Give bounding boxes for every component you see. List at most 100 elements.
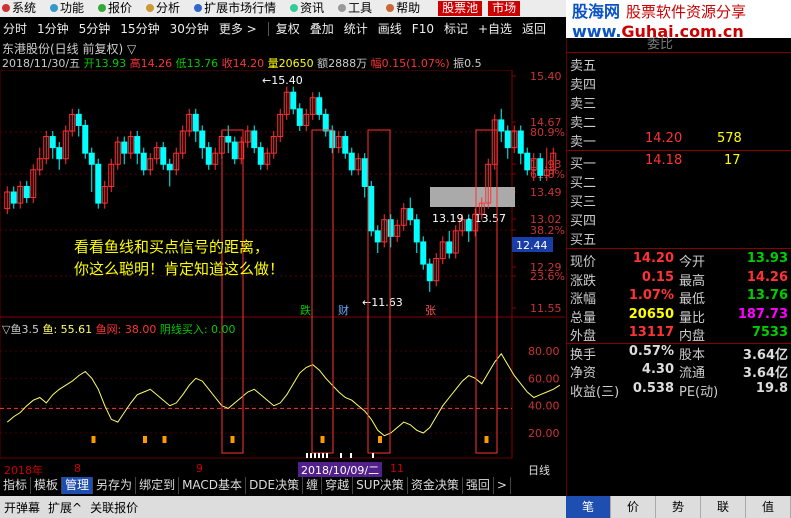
menu-item-0[interactable]: 系统 <box>0 0 36 17</box>
menu-item-7[interactable]: 帮助 <box>384 0 420 17</box>
buy-marker <box>230 436 235 443</box>
quote-stat-row: 总量 20650 量比 187.73 <box>567 306 791 326</box>
stat-value: 13117 <box>628 325 674 340</box>
tool-button-7[interactable]: 返回 <box>519 20 549 37</box>
indicator-name[interactable]: ▽鱼3.5 <box>2 323 39 336</box>
right-tab-2[interactable]: 势 <box>656 496 701 518</box>
period-button-0[interactable]: 分时 <box>0 20 30 37</box>
status-item-1[interactable]: 扩展^ <box>44 499 86 516</box>
menu-item-4[interactable]: 扩展市场行情 <box>192 0 276 17</box>
candle-body <box>10 191 17 204</box>
period-button-1[interactable]: 1分钟 <box>34 20 72 37</box>
tool-button-1[interactable]: 叠加 <box>307 20 337 37</box>
tool-button-5[interactable]: 标记 <box>441 20 471 37</box>
status-item-2[interactable]: 关联报价 <box>86 499 142 516</box>
buy-row-4: 买四 <box>567 209 791 229</box>
low-label: 低 <box>175 57 187 70</box>
stat-value: 3.64亿 <box>742 347 788 363</box>
fish-line <box>6 352 561 437</box>
stat-label: PE(动) <box>679 384 719 400</box>
quote-panel: 委比 卖五 卖四 卖三 卖二 卖一 14.20 578 买一 14.18 17 买二 买三 买四 买五 现价 1… <box>566 37 791 500</box>
tick-mark <box>318 453 320 458</box>
indicator-tab-3[interactable]: 另存为 <box>93 477 137 494</box>
sell-row-5: 卖五 <box>567 54 791 74</box>
indicator-tab-4[interactable]: 绑定到 <box>136 477 180 494</box>
menu-item-6[interactable]: 工具 <box>336 0 372 17</box>
quote-stat-row: 换手 0.57% 股本 3.64亿 <box>567 343 791 363</box>
buy-label: 买四 <box>570 214 597 229</box>
indicator-tabs: 指标 模板 管理 另存为 绑定到 MACD基本 DDE决策缠穿越 SUP决策 资金决策 强回 > <box>0 477 566 494</box>
menu-item-5[interactable]: 资讯 <box>288 0 324 17</box>
indicator-tab-12[interactable]: > <box>494 477 511 494</box>
x-month-8: 8 <box>74 462 81 475</box>
menu-item-label: 扩展市场行情 <box>204 1 277 15</box>
status-item-0[interactable]: 开弹幕 <box>0 499 44 516</box>
market-button[interactable]: 市场 <box>488 1 521 16</box>
candle-body <box>348 152 355 171</box>
sell-row-3: 卖三 <box>567 92 791 112</box>
tool-button-0[interactable]: 复权 <box>273 20 303 37</box>
menu-item-label: 资讯 <box>300 1 325 15</box>
period-button-3[interactable]: 15分钟 <box>117 20 162 37</box>
chg-label: 幅 <box>370 57 382 70</box>
tool-button-4[interactable]: F10 <box>409 22 437 36</box>
indicator-tab-11[interactable]: 强回 <box>463 477 494 494</box>
info-date: 2018/11/30/五 <box>2 57 81 70</box>
indicator-tab-10[interactable]: 资金决策 <box>408 477 463 494</box>
buy-row-2: 买二 <box>567 171 791 191</box>
right-tab-3[interactable]: 联 <box>701 496 746 518</box>
stock-pool-button[interactable]: 股票池 <box>438 1 483 16</box>
amt-label: 额 <box>317 57 329 70</box>
right-tab-0[interactable]: 笔 <box>566 496 611 518</box>
candle-body <box>446 241 453 254</box>
indicator-tab-6[interactable]: DDE决策 <box>246 477 304 494</box>
tool-button-3[interactable]: 画线 <box>375 20 405 37</box>
tick-mark <box>306 453 308 458</box>
right-tab-1[interactable]: 价 <box>611 496 656 518</box>
tick-mark <box>326 453 328 458</box>
tool-button-6[interactable]: +自选 <box>475 20 515 37</box>
indicator-tab-0[interactable]: 指标 <box>0 477 32 494</box>
low-value: 13.76 <box>186 57 219 70</box>
menu-item-3[interactable]: 分析 <box>144 0 180 17</box>
stat-label: 量比 <box>679 310 706 326</box>
tool-button-2[interactable]: 统计 <box>341 20 371 37</box>
candle-body <box>88 152 95 165</box>
menu-dot-icon <box>2 4 10 12</box>
period-label[interactable]: 日线 <box>528 462 550 478</box>
vol-label: 量 <box>267 57 279 70</box>
buy-marker <box>162 436 167 443</box>
quote-stat-row: 外盘 13117 内盘 7533 <box>567 324 791 344</box>
stat-value: 13.93 <box>746 251 788 266</box>
right-tab-4[interactable]: 值 <box>746 496 791 518</box>
menu-item-1[interactable]: 功能 <box>48 0 84 17</box>
candle-body <box>290 91 297 110</box>
menu-dot-icon <box>290 4 299 12</box>
period-button-5[interactable]: 更多 > <box>216 20 260 37</box>
period-button-4[interactable]: 30分钟 <box>167 20 212 37</box>
indicator-header: ▽鱼3.5 鱼: 55.61 鱼网: 38.00 阴线买入: 0.00 <box>2 321 236 337</box>
menu-item-2[interactable]: 报价 <box>96 0 132 17</box>
stat-value: 19.8 <box>755 380 788 396</box>
sell-row-1: 卖一 14.20 578 <box>567 130 791 150</box>
period-button-2[interactable]: 5分钟 <box>76 20 114 37</box>
indicator-tab-2[interactable]: 管理 <box>62 477 94 494</box>
indicator-tab-7[interactable]: 缠 <box>303 477 323 494</box>
buy-label: 买二 <box>570 176 597 191</box>
price-axis-label: 13.49 <box>530 186 562 199</box>
indicator-tab-5[interactable]: MACD基本 <box>179 477 247 494</box>
stat-value: 14.20 <box>632 251 674 266</box>
indicator-axis-label: 20.00 <box>528 427 560 440</box>
current-price-text: 12.44 <box>516 239 548 252</box>
stat-label: 涨跌 <box>570 273 597 289</box>
candle-body <box>517 130 524 154</box>
candle-body <box>140 152 147 171</box>
sell-label: 卖一 <box>570 135 597 150</box>
buy-row-1: 买一 14.18 17 <box>567 152 791 172</box>
indicator-tab-1[interactable]: 模板 <box>31 477 63 494</box>
signal-zhang: 张 <box>425 304 436 317</box>
quote-stat-row: 现价 14.20 今开 13.93 <box>567 250 791 270</box>
candle-body <box>56 147 63 160</box>
indicator-tab-8[interactable]: 穿越 <box>322 477 354 494</box>
indicator-tab-9[interactable]: SUP决策 <box>353 477 408 494</box>
